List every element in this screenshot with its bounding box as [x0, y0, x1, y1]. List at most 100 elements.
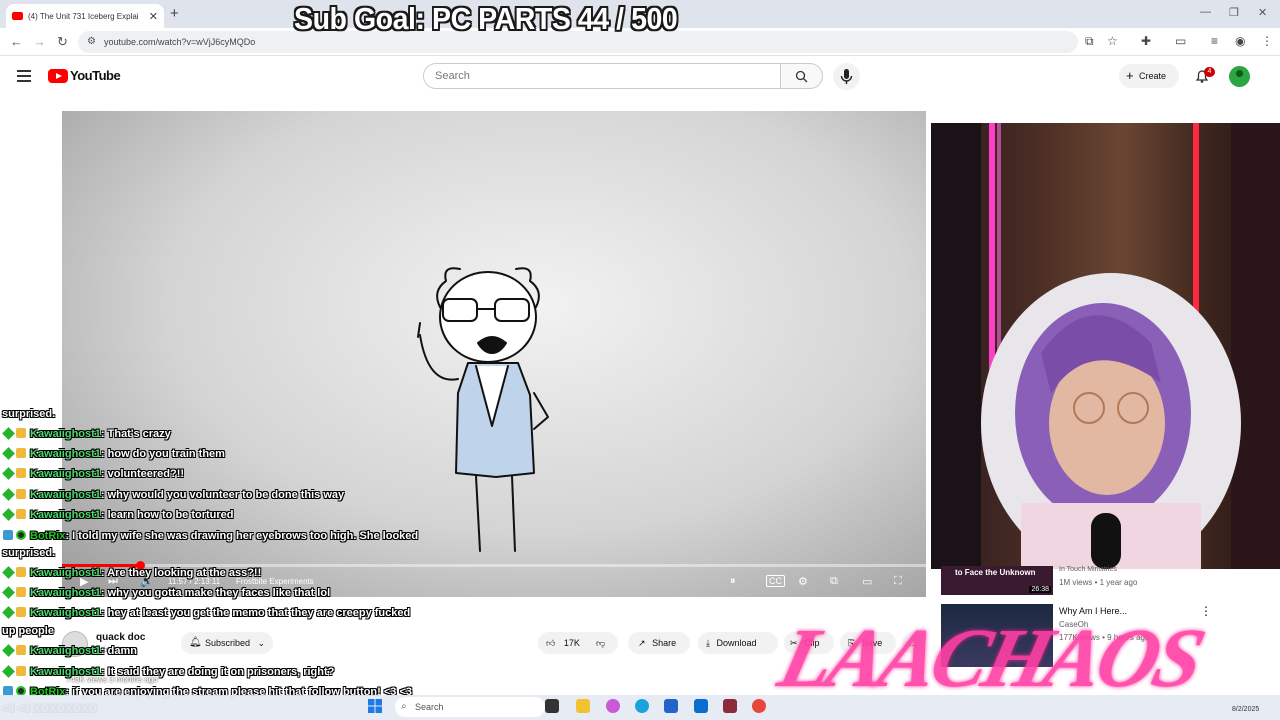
chat-message: Kawaiighost1: Are they looking at the as…: [2, 566, 261, 580]
chat-username: Kawaiighost1: [30, 428, 101, 440]
taskbar-search-placeholder: Search: [415, 702, 444, 712]
captions-icon[interactable]: CC: [766, 575, 785, 587]
verified-badge-icon: [2, 508, 15, 521]
subscribed-button[interactable]: 🔔︎ Subscribed ⌄: [181, 632, 273, 654]
url-text: youtube.com/watch?v=wVjJ6cyMQDo: [104, 37, 256, 47]
copilot-icon[interactable]: [606, 699, 620, 713]
chat-username: Kawaiighost1: [30, 468, 101, 480]
chat-username: Kawaiighost1: [30, 448, 101, 460]
thumbs-up-icon[interactable]: 👍︎: [546, 638, 555, 648]
chat-username: Kawaiighost1: [30, 607, 101, 619]
fullscreen-icon[interactable]: ⛶: [894, 575, 902, 588]
extensions-icon[interactable]: ✚: [1141, 34, 1151, 48]
profile-icon[interactable]: ◉: [1235, 34, 1245, 48]
subscriber-badge-icon: [16, 567, 26, 577]
create-label: Create: [1139, 71, 1167, 81]
subscriber-badge-icon: [16, 428, 26, 438]
microphone-icon: [840, 69, 853, 84]
chat-message: Kawaiighost1: learn how to be tortured: [2, 508, 234, 522]
subscriber-badge-icon: [16, 587, 26, 597]
browser-tab[interactable]: (4) The Unit 731 Iceberg Explai ✕: [6, 4, 164, 28]
sidebar-icon[interactable]: ▭: [1175, 34, 1186, 48]
chat-message: BotRix: I told my wife she was drawing h…: [2, 529, 418, 543]
chat-message: up people: [2, 624, 54, 638]
chat-text: : hey at least you get the memo that the…: [100, 607, 411, 619]
chat-text: surprised.: [2, 547, 56, 559]
thumbs-down-icon[interactable]: 👎︎: [596, 632, 605, 654]
youtube-logo-icon[interactable]: [48, 69, 68, 83]
tab-close-icon[interactable]: ✕: [149, 10, 158, 23]
chat-text: : learn how to be tortured: [100, 509, 234, 521]
chat-message: Kawaiighost1: why would you volunteer to…: [2, 488, 344, 502]
subscriber-badge-icon: [16, 666, 26, 676]
site-info-icon[interactable]: ⚙: [87, 31, 96, 53]
chat-message: surprised.: [2, 407, 55, 421]
forward-icon[interactable]: →: [33, 34, 46, 49]
chat-message: Kawaiighost1: how do you train them: [2, 447, 225, 461]
back-icon[interactable]: ←: [10, 34, 23, 49]
share-label: Share: [652, 638, 677, 648]
subscriber-badge-icon: [16, 645, 26, 655]
chat-text: : why you gotta make they faces like tha…: [100, 587, 331, 599]
channel-name[interactable]: quack doc: [96, 632, 145, 643]
voice-search-button[interactable]: [833, 63, 860, 90]
tab-title: (4) The Unit 731 Iceberg Explai: [28, 11, 139, 21]
search-input[interactable]: Search: [423, 63, 781, 89]
verified-badge-icon: [2, 586, 15, 599]
recommendation-meta: 1M views • 1 year ago: [1059, 578, 1138, 587]
chat-text: : I told my wife she was drawing her eye…: [65, 530, 419, 542]
minimize-icon[interactable]: —: [1200, 6, 1211, 18]
share-button[interactable]: ↗ Share: [628, 632, 690, 654]
app-icon[interactable]: [723, 699, 737, 713]
video-player[interactable]: [62, 111, 926, 597]
install-app-icon[interactable]: ⧉: [1085, 34, 1094, 49]
chevron-down-icon: ⌄: [257, 638, 265, 648]
download-button[interactable]: ⤓ Download: [698, 632, 778, 654]
verified-badge-icon: [2, 665, 15, 678]
create-button[interactable]: + Create: [1119, 64, 1179, 88]
edge-icon[interactable]: [635, 699, 649, 713]
chat-username: Kawaiighost1: [30, 645, 101, 657]
autoplay-toggle-icon[interactable]: ⏸: [730, 575, 736, 588]
streamer-brand-overlay: LAACHAOS: [770, 612, 1210, 705]
youtube-logo-text[interactable]: YouTube: [70, 68, 121, 83]
account-avatar[interactable]: [1229, 66, 1250, 87]
reload-icon[interactable]: ↻: [57, 34, 68, 50]
store-icon[interactable]: [664, 699, 678, 713]
task-view-icon[interactable]: [545, 699, 559, 713]
verified-badge-icon: [2, 467, 15, 480]
chat-text: : how do you train them: [100, 448, 225, 460]
chat-text: up people: [2, 625, 54, 637]
chat-message: Kawaiighost1: hey at least you get the m…: [2, 606, 410, 620]
verified-badge-icon: [2, 644, 15, 657]
file-explorer-icon[interactable]: [576, 699, 590, 713]
taskbar-search[interactable]: ⌕ Search: [395, 697, 545, 717]
theater-mode-icon[interactable]: ▭: [862, 575, 872, 588]
like-count[interactable]: 17K: [564, 638, 580, 648]
verified-badge-icon: [2, 427, 15, 440]
close-window-icon[interactable]: ✕: [1258, 6, 1267, 19]
miniplayer-icon[interactable]: ⧉: [830, 575, 838, 588]
chat-message: Kawaiighost1: It said they are doing it …: [2, 665, 334, 679]
chrome-icon[interactable]: [752, 699, 766, 713]
new-tab-button[interactable]: +: [170, 5, 179, 22]
browser-menu-icon[interactable]: ⋮: [1261, 34, 1273, 48]
bookmark-star-icon[interactable]: ☆: [1107, 34, 1118, 48]
recommendation-thumbnail[interactable]: to Face the Unknown 26:38: [941, 566, 1053, 595]
media-icon[interactable]: ≡: [1211, 34, 1218, 48]
chat-username: Kawaiighost1: [30, 666, 101, 678]
download-icon: ⤓: [706, 638, 710, 648]
chat-text: : why would you volunteer to be done thi…: [100, 489, 345, 501]
search-button[interactable]: [781, 63, 823, 89]
chat-message: Kawaiighost1: That's crazy: [2, 427, 171, 441]
chat-text: surprised.: [2, 408, 56, 420]
recommendation-channel[interactable]: In Touch Ministries: [1059, 566, 1117, 573]
outlook-icon[interactable]: [694, 699, 708, 713]
maximize-icon[interactable]: ❐: [1229, 6, 1239, 19]
hamburger-menu-icon[interactable]: [17, 70, 31, 82]
settings-gear-icon[interactable]: ⚙: [798, 575, 808, 588]
chat-username: Kawaiighost1: [30, 489, 101, 501]
chat-username: Kawaiighost1: [30, 509, 101, 521]
windows-start-icon[interactable]: [368, 699, 382, 713]
search-icon: ⌕: [401, 701, 407, 712]
